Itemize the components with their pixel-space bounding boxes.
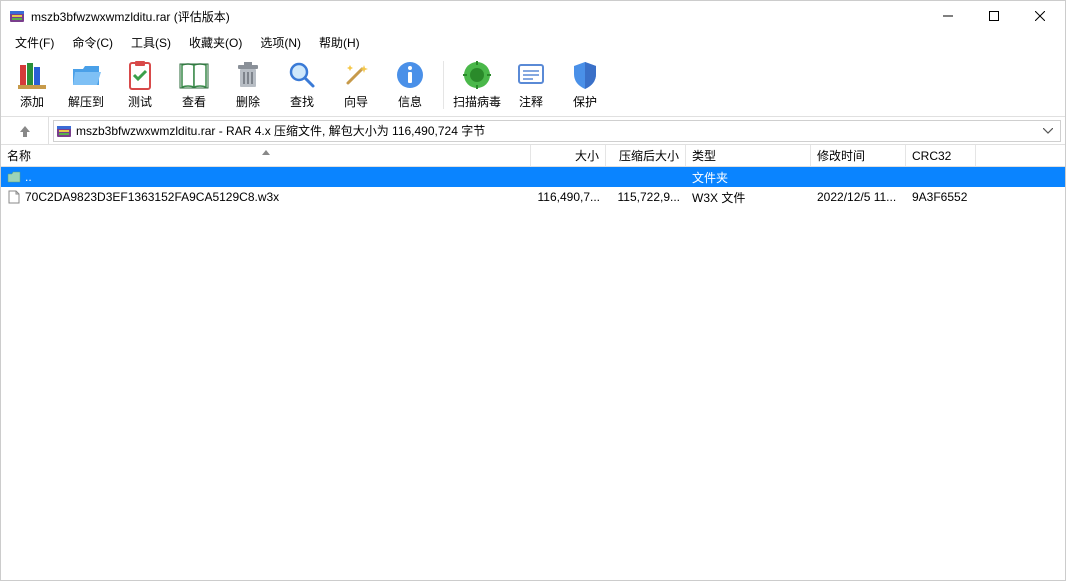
find-label: 查找 — [290, 93, 314, 110]
wand-icon — [340, 59, 372, 91]
add-label: 添加 — [20, 93, 44, 110]
clipboard-check-icon — [124, 59, 156, 91]
comment-icon — [515, 59, 547, 91]
window-title: mszb3bfwzwxwmzlditu.rar (评估版本) — [31, 8, 230, 25]
delete-label: 删除 — [236, 93, 260, 110]
row-type: W3X 文件 — [692, 189, 745, 206]
maximize-button[interactable] — [971, 1, 1017, 31]
menu-help[interactable]: 帮助(H) — [311, 32, 368, 53]
toolbar-separator — [443, 61, 444, 109]
row-mtime: 2022/12/5 11... — [817, 190, 896, 204]
comment-button[interactable]: 注释 — [504, 55, 558, 115]
row-size: 116,490,7... — [538, 190, 601, 204]
search-icon — [286, 59, 318, 91]
header-name-label: 名称 — [7, 147, 31, 164]
minimize-button[interactable] — [925, 1, 971, 31]
row-name: 70C2DA9823D3EF1363152FA9CA5129C8.w3x — [25, 190, 279, 204]
header-mtime-label: 修改时间 — [817, 147, 865, 164]
header-packed[interactable]: 压缩后大小 — [606, 145, 686, 166]
menu-bar: 文件(F) 命令(C) 工具(S) 收藏夹(O) 选项(N) 帮助(H) — [1, 31, 1065, 53]
row-name: .. — [25, 170, 32, 184]
header-packed-label: 压缩后大小 — [619, 147, 679, 164]
scan-label: 扫描病毒 — [453, 93, 501, 110]
books-icon — [16, 59, 48, 91]
view-label: 查看 — [182, 93, 206, 110]
path-dropdown-button[interactable] — [1038, 128, 1058, 134]
shield-icon — [569, 59, 601, 91]
wizard-label: 向导 — [344, 93, 368, 110]
find-button[interactable]: 查找 — [275, 55, 329, 115]
file-list[interactable]: .. 文件夹 70C2DA9823D3EF1363152FA9CA5129C8.… — [1, 167, 1065, 580]
title-bar: mszb3bfwzwxwmzlditu.rar (评估版本) — [1, 1, 1065, 31]
sort-indicator-icon — [262, 144, 270, 158]
header-mtime[interactable]: 修改时间 — [811, 145, 906, 166]
header-crc-label: CRC32 — [912, 149, 951, 163]
extract-button[interactable]: 解压到 — [59, 55, 113, 115]
info-button[interactable]: 信息 — [383, 55, 437, 115]
trash-icon — [232, 59, 264, 91]
path-bar: mszb3bfwzwxwmzlditu.rar - RAR 4.x 压缩文件, … — [1, 117, 1065, 145]
view-button[interactable]: 查看 — [167, 55, 221, 115]
row-type: 文件夹 — [692, 169, 728, 186]
table-row[interactable]: 70C2DA9823D3EF1363152FA9CA5129C8.w3x 116… — [1, 187, 1065, 207]
menu-tools[interactable]: 工具(S) — [123, 32, 179, 53]
table-row-parent[interactable]: .. 文件夹 — [1, 167, 1065, 187]
protect-button[interactable]: 保护 — [558, 55, 612, 115]
comment-label: 注释 — [519, 93, 543, 110]
up-arrow-icon — [18, 124, 32, 138]
info-label: 信息 — [398, 93, 422, 110]
menu-options[interactable]: 选项(N) — [252, 32, 309, 53]
scan-button[interactable]: 扫描病毒 — [450, 55, 504, 115]
folder-open-icon — [70, 59, 102, 91]
header-crc[interactable]: CRC32 — [906, 145, 976, 166]
close-button[interactable] — [1017, 1, 1063, 31]
path-text: mszb3bfwzwxwmzlditu.rar - RAR 4.x 压缩文件, … — [76, 122, 485, 139]
header-type[interactable]: 类型 — [686, 145, 811, 166]
up-button[interactable] — [1, 117, 49, 144]
header-size-label: 大小 — [575, 147, 599, 164]
delete-button[interactable]: 删除 — [221, 55, 275, 115]
column-headers: 名称 大小 压缩后大小 类型 修改时间 CRC32 — [1, 145, 1065, 167]
info-icon — [394, 59, 426, 91]
wizard-button[interactable]: 向导 — [329, 55, 383, 115]
virus-scan-icon — [461, 59, 493, 91]
menu-command[interactable]: 命令(C) — [64, 32, 121, 53]
toolbar: 添加 解压到 测试 查看 删除 查找 向导 信息 扫描病毒 注释 保护 — [1, 53, 1065, 117]
row-packed: 115,722,9... — [618, 190, 681, 204]
file-icon — [7, 190, 21, 204]
winrar-icon — [56, 123, 72, 139]
test-label: 测试 — [128, 93, 152, 110]
winrar-icon — [9, 8, 25, 24]
add-button[interactable]: 添加 — [5, 55, 59, 115]
protect-label: 保护 — [573, 93, 597, 110]
header-type-label: 类型 — [692, 147, 716, 164]
book-open-icon — [178, 59, 210, 91]
folder-up-icon — [7, 170, 21, 184]
test-button[interactable]: 测试 — [113, 55, 167, 115]
path-field[interactable]: mszb3bfwzwxwmzlditu.rar - RAR 4.x 压缩文件, … — [53, 120, 1061, 142]
header-name[interactable]: 名称 — [1, 145, 531, 166]
header-size[interactable]: 大小 — [531, 145, 606, 166]
menu-file[interactable]: 文件(F) — [7, 32, 62, 53]
menu-favorites[interactable]: 收藏夹(O) — [181, 32, 250, 53]
extract-label: 解压到 — [68, 93, 104, 110]
chevron-down-icon — [1043, 128, 1053, 134]
row-crc: 9A3F6552 — [912, 190, 967, 204]
